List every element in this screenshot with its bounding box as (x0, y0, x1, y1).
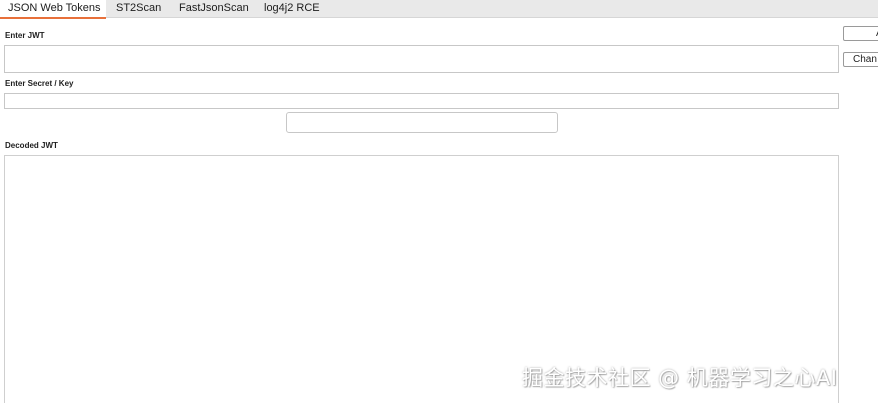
enter-secret-label: Enter Secret / Key (5, 79, 74, 88)
change-button[interactable]: Chan (843, 52, 878, 67)
tab-bar: JSON Web Tokens ST2Scan FastJsonScan log… (0, 0, 878, 19)
tab-log4j2-rce[interactable]: log4j2 RCE (264, 0, 320, 18)
secret-key-input[interactable] (4, 93, 839, 109)
status-field[interactable] (286, 112, 558, 133)
jwt-input[interactable] (4, 45, 839, 73)
tab-label: JSON Web Tokens (8, 2, 101, 14)
tab-label: log4j2 RCE (264, 2, 320, 14)
decoded-jwt-label: Decoded JWT (5, 141, 58, 150)
watermark: 掘金技术社区 @ 机器学习之心AI (522, 366, 838, 390)
tab-fastjsonscan[interactable]: FastJsonScan (179, 0, 249, 18)
tab-label: FastJsonScan (179, 2, 249, 14)
top-right-button[interactable]: A (843, 26, 878, 41)
tab-st2scan[interactable]: ST2Scan (116, 0, 161, 18)
active-tab-indicator (0, 17, 106, 19)
tab-label: ST2Scan (116, 2, 162, 14)
enter-jwt-label: Enter JWT (5, 31, 45, 40)
tab-json-web-tokens[interactable]: JSON Web Tokens (0, 0, 106, 19)
